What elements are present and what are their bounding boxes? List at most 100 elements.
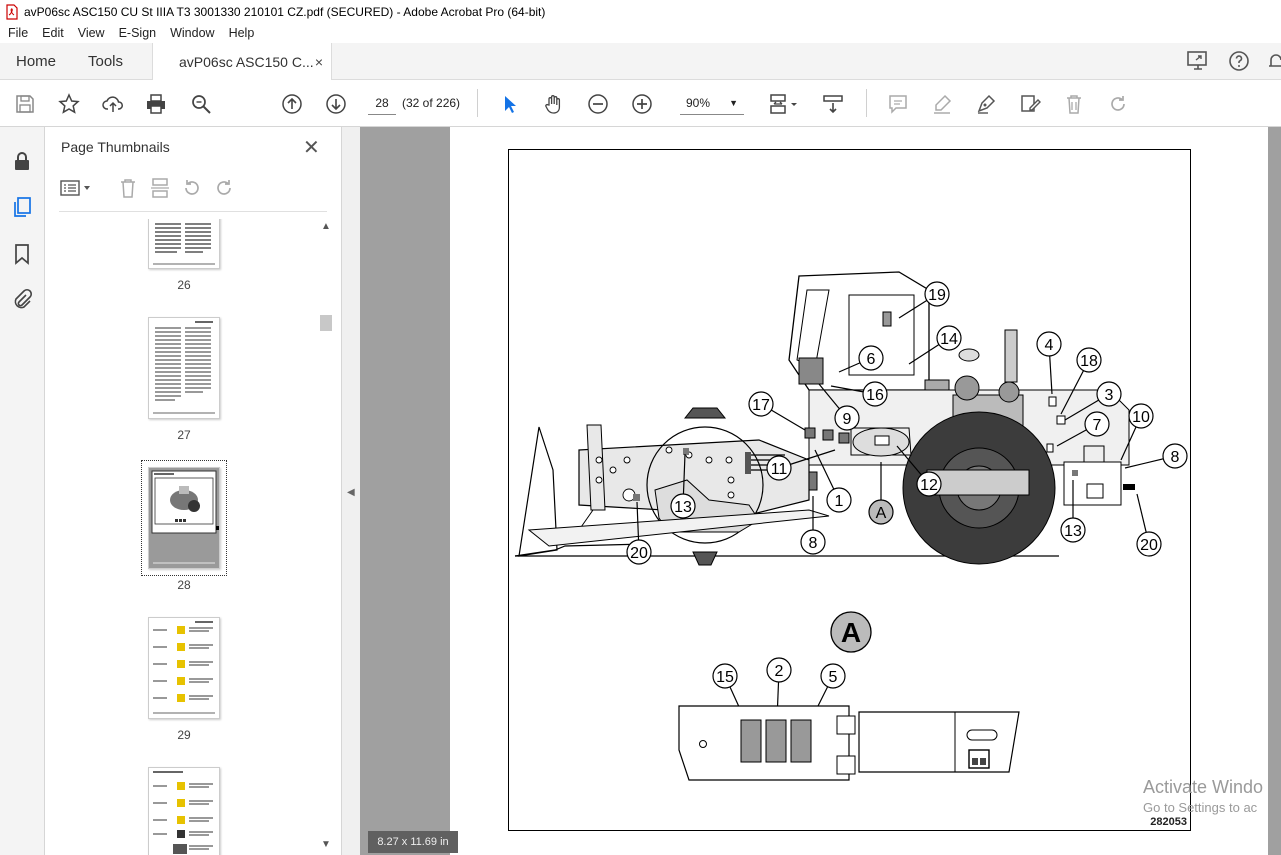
- tab-home[interactable]: Home: [16, 43, 56, 80]
- drawing-number: 282053: [1150, 816, 1187, 828]
- menu-bar: File Edit View E-Sign Window Help: [0, 23, 1281, 43]
- zoom-out-icon[interactable]: [585, 91, 611, 117]
- close-tab-icon[interactable]: ×: [315, 54, 323, 70]
- page-thumbnails-panel: Page Thumbnails ✕ 26 27 28 29 ▲ ▼: [45, 127, 342, 855]
- callout-number: 14: [940, 331, 958, 348]
- callout-number: 18: [1080, 353, 1098, 370]
- callout-10: 10: [1128, 403, 1154, 429]
- rotate-icon[interactable]: [1105, 91, 1131, 117]
- callout-14: 14: [936, 325, 962, 351]
- bookmark-icon[interactable]: [10, 242, 34, 266]
- title-bar: avP06sc ASC150 CU St IIIA T3 3001330 210…: [0, 0, 1281, 23]
- scrollbar-thumb[interactable]: [320, 315, 332, 331]
- tab-tools[interactable]: Tools: [88, 43, 123, 80]
- callout-number: 7: [1093, 417, 1102, 434]
- menu-view[interactable]: View: [70, 26, 111, 40]
- page-number-input[interactable]: 28: [368, 91, 396, 115]
- edit-icon[interactable]: [1017, 91, 1043, 117]
- scroll-down-icon[interactable]: ▼: [321, 839, 331, 850]
- callout-20: 20: [1136, 531, 1162, 557]
- sign-icon[interactable]: [973, 91, 999, 117]
- zoom-in-icon[interactable]: [629, 91, 655, 117]
- highlight-icon[interactable]: [929, 91, 955, 117]
- star-icon[interactable]: [56, 91, 82, 117]
- thumbnail-label: 28: [177, 578, 191, 592]
- rotate-right-icon[interactable]: [213, 177, 235, 199]
- help-icon[interactable]: [1227, 49, 1251, 73]
- menu-file[interactable]: File: [0, 26, 34, 40]
- close-panel-icon[interactable]: ✕: [303, 135, 320, 160]
- print-icon[interactable]: [143, 91, 169, 117]
- callout-number: 19: [928, 287, 946, 304]
- page-down-icon[interactable]: [323, 91, 349, 117]
- chevron-down-icon: ▼: [729, 98, 738, 108]
- callout-number: 6: [867, 351, 876, 368]
- callout-19: 19: [924, 281, 950, 307]
- tab-document[interactable]: avP06sc ASC150 C... ×: [152, 43, 332, 81]
- split-page-icon[interactable]: [149, 177, 171, 199]
- page-up-icon[interactable]: [279, 91, 305, 117]
- thumbnail-page-29[interactable]: [148, 617, 220, 719]
- thumbnail-page-26[interactable]: [148, 219, 220, 269]
- callout-number: 15: [716, 669, 734, 686]
- callout-number: 5: [829, 669, 838, 686]
- watermark-line-1: Activate Windo: [1143, 777, 1264, 797]
- menu-window[interactable]: Window: [162, 26, 220, 40]
- page-thumbnails-icon[interactable]: [10, 195, 34, 219]
- menu-edit[interactable]: Edit: [34, 26, 70, 40]
- callout-12: 12: [916, 471, 942, 497]
- attachment-icon[interactable]: [10, 288, 34, 312]
- scroll-up-icon[interactable]: ▲: [321, 221, 331, 232]
- left-navigation-rail: [0, 127, 45, 855]
- zoom-level-select[interactable]: 90% ▼: [680, 91, 744, 115]
- callout-2: 2: [766, 657, 792, 683]
- callout-17: 17: [748, 391, 774, 417]
- callout-number: 11: [771, 461, 788, 478]
- delete-page-icon[interactable]: [117, 177, 139, 199]
- search-icon[interactable]: [188, 91, 214, 117]
- callout-number: 2: [775, 663, 784, 680]
- menu-esign[interactable]: E-Sign: [111, 26, 163, 40]
- callout-a: A: [868, 499, 894, 525]
- page-size-label: 8.27 x 11.69 in: [368, 831, 458, 853]
- thumbnail-page-27[interactable]: [148, 317, 220, 419]
- callout-4: 4: [1036, 331, 1062, 357]
- chevron-down-icon[interactable]: [788, 91, 800, 117]
- hand-icon[interactable]: [541, 91, 567, 117]
- panel-toolbar: [59, 177, 235, 199]
- panel-collapse-handle[interactable]: ◀: [342, 127, 360, 855]
- pdf-file-icon: [6, 3, 18, 20]
- callout-number: 8: [809, 535, 818, 552]
- toolbar: 28 (32 of 226) 90% ▼: [0, 80, 1281, 127]
- scroll-mode-icon[interactable]: [820, 91, 846, 117]
- upload-icon[interactable]: [100, 91, 126, 117]
- divider: [59, 211, 327, 212]
- comment-icon[interactable]: [885, 91, 911, 117]
- notification-bell-icon[interactable]: [1267, 49, 1281, 73]
- callout-8: 8: [800, 529, 826, 555]
- lock-icon[interactable]: [10, 149, 34, 173]
- page-count-label: (32 of 226): [402, 96, 461, 110]
- toolbar-divider: [866, 89, 867, 117]
- thumbnail-page-30[interactable]: [148, 767, 220, 855]
- toolbar-divider: [477, 89, 478, 117]
- callout-9: 9: [834, 405, 860, 431]
- select-cursor-icon[interactable]: [497, 91, 523, 117]
- zoom-level-value: 90%: [686, 96, 711, 110]
- delete-icon[interactable]: [1061, 91, 1087, 117]
- callout-20: 20: [626, 539, 652, 565]
- menu-help[interactable]: Help: [221, 26, 261, 40]
- save-icon[interactable]: [12, 91, 38, 117]
- panel-title: Page Thumbnails: [61, 139, 170, 155]
- share-screen-icon[interactable]: [1185, 49, 1211, 73]
- callout-number: 17: [752, 397, 770, 414]
- document-view[interactable]: 19 14 6 16 9 17 4 18 3 7 10 8 11 1 12 A 13 13 20 8 20 15 2 5 A: [360, 127, 1281, 855]
- thumbnail-page-28[interactable]: [148, 467, 220, 569]
- callout-15: 15: [712, 663, 738, 689]
- callout-number: 9: [843, 411, 852, 428]
- figure-frame: 19 14 6 16 9 17 4 18 3 7 10 8 11 1 12 A 13 13 20 8 20 15 2 5 A: [508, 149, 1191, 831]
- thumbnail-options-icon[interactable]: [59, 178, 93, 198]
- thumbnail-scrollbar[interactable]: ▲ ▼: [318, 219, 334, 855]
- rotate-left-icon[interactable]: [181, 177, 203, 199]
- callout-7: 7: [1084, 411, 1110, 437]
